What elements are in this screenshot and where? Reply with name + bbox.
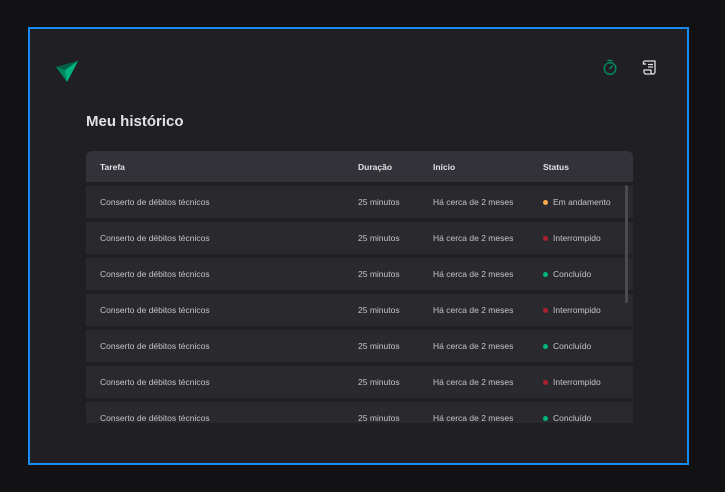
task-cell: Conserto de débitos técnicos: [86, 220, 358, 254]
history-table-container[interactable]: Tarefa Duração Início Status Conserto de…: [86, 151, 633, 423]
page-title: Meu histórico: [86, 113, 184, 130]
table-row: Conserto de débitos técnicos 25 minutos Há…: [86, 256, 633, 290]
table-row: Conserto de débitos técnicos 25 minutos Há…: [86, 220, 633, 254]
duration-cell: 25 minutos: [358, 256, 433, 290]
status-dot-icon: [543, 199, 548, 205]
start-cell: Há cerca de 2 meses: [433, 328, 543, 362]
status-cell: Interrompido: [543, 220, 633, 254]
task-cell: Conserto de débitos técnicos: [86, 364, 358, 398]
start-cell: Há cerca de 2 meses: [433, 184, 543, 218]
status-label: Interrompido: [553, 377, 601, 387]
table-row: Conserto de débitos técnicos 25 minutos Há…: [86, 184, 633, 218]
status-label: Em andamento: [553, 197, 611, 207]
timer-icon[interactable]: [601, 58, 619, 76]
task-cell: Conserto de débitos técnicos: [86, 184, 358, 218]
task-cell: Conserto de débitos técnicos: [86, 256, 358, 290]
duration-cell: 25 minutos: [358, 220, 433, 254]
header-start: Início: [433, 151, 543, 182]
history-table: Tarefa Duração Início Status Conserto de…: [86, 151, 633, 423]
table-row: Conserto de débitos técnicos 25 minutos Há…: [86, 292, 633, 326]
start-cell: Há cerca de 2 meses: [433, 400, 543, 423]
start-cell: Há cerca de 2 meses: [433, 364, 543, 398]
status-cell: Interrompido: [543, 364, 633, 398]
status-cell: Em andamento: [543, 184, 633, 218]
duration-cell: 25 minutos: [358, 292, 433, 326]
status-label: Concluído: [553, 413, 592, 423]
start-cell: Há cerca de 2 meses: [433, 256, 543, 290]
duration-cell: 25 minutos: [358, 364, 433, 398]
duration-cell: 25 minutos: [358, 328, 433, 362]
status-dot-icon: [543, 343, 548, 349]
status-label: Concluído: [553, 269, 592, 279]
header-nav: [601, 58, 659, 76]
status-cell: Concluído: [543, 256, 633, 290]
table-scrollbar[interactable]: [625, 185, 628, 303]
header-duration: Duração: [358, 151, 433, 182]
status-label: Interrompido: [553, 233, 601, 243]
start-cell: Há cerca de 2 meses: [433, 220, 543, 254]
status-cell: Concluído: [543, 328, 633, 362]
status-dot-icon: [543, 415, 548, 421]
scroll-history-icon[interactable]: [641, 58, 659, 76]
status-cell: Interrompido: [543, 292, 633, 326]
table-row: Conserto de débitos técnicos 25 minutos Há…: [86, 400, 633, 423]
status-cell: Concluído: [543, 400, 633, 423]
table-row: Conserto de débitos técnicos 25 minutos Há…: [86, 364, 633, 398]
status-label: Concluído: [553, 341, 592, 351]
header-status: Status: [543, 151, 633, 182]
duration-cell: 25 minutos: [358, 400, 433, 423]
status-dot-icon: [543, 379, 548, 385]
header-task: Tarefa: [86, 151, 358, 182]
status-label: Interrompido: [553, 305, 601, 315]
task-cell: Conserto de débitos técnicos: [86, 328, 358, 362]
app-window: Meu histórico Tarefa Duração Início Stat…: [28, 27, 689, 465]
duration-cell: 25 minutos: [358, 184, 433, 218]
status-dot-icon: [543, 271, 548, 277]
start-cell: Há cerca de 2 meses: [433, 292, 543, 326]
task-cell: Conserto de débitos técnicos: [86, 400, 358, 423]
triangle-logo-icon[interactable]: [54, 58, 80, 84]
table-header-row: Tarefa Duração Início Status: [86, 151, 633, 182]
status-dot-icon: [543, 307, 548, 313]
status-dot-icon: [543, 235, 548, 241]
task-cell: Conserto de débitos técnicos: [86, 292, 358, 326]
table-row: Conserto de débitos técnicos 25 minutos Há…: [86, 328, 633, 362]
